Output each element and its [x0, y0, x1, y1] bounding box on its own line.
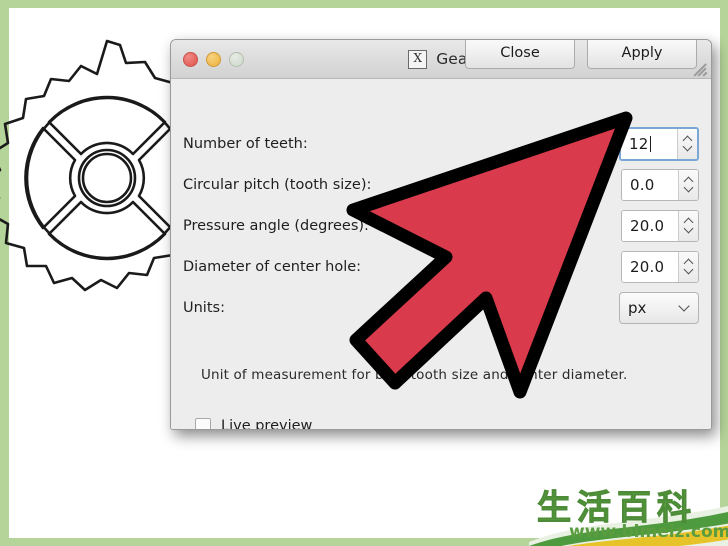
chevron-down-icon[interactable]: [684, 186, 693, 191]
field-row-pressure-angle: Pressure angle (degrees): 20.0: [183, 209, 699, 242]
close-button[interactable]: Close: [465, 40, 575, 69]
units-dropdown[interactable]: px: [619, 291, 699, 324]
center-hole-diameter-spinbox[interactable]: 20.0: [621, 250, 699, 283]
watermark-chinese: 生活百科: [537, 488, 697, 529]
live-preview-label: Live preview: [221, 418, 313, 430]
text-cursor: [649, 135, 651, 152]
pressure-angle-input[interactable]: 20.0: [622, 210, 678, 241]
number-of-teeth-input[interactable]: 12: [621, 128, 677, 159]
units-hint-text: Unit of measurement for both tooth size …: [201, 367, 628, 383]
x-app-icon: X: [408, 49, 428, 69]
screenshot-root: 生活百科 www.bimeiz.com X Gear Number of tee…: [0, 0, 728, 546]
gear-dialog: X Gear Number of teeth: 12 Circular pitc…: [170, 39, 712, 430]
pressure-angle-spinbox[interactable]: 20.0: [621, 209, 699, 242]
center-hole-diameter-stepper[interactable]: [678, 251, 698, 282]
circular-pitch-spinbox[interactable]: 0.0: [621, 168, 699, 201]
apply-button[interactable]: Apply: [587, 40, 697, 69]
watermark-url: www.bimeiz.com: [569, 522, 728, 542]
live-preview-checkbox[interactable]: [195, 418, 211, 429]
circular-pitch-stepper[interactable]: [678, 169, 698, 200]
dialog-body: Number of teeth: 12 Circular pitch (toot…: [171, 40, 711, 430]
field-slot-center-hole-diameter: 20.0: [621, 250, 699, 283]
chevron-down-icon[interactable]: [679, 304, 690, 311]
number-of-teeth-stepper[interactable]: [677, 128, 697, 159]
center-hole-diameter-input[interactable]: 20.0: [622, 251, 678, 282]
field-row-circular-pitch: Circular pitch (tooth size): 0.0: [183, 168, 699, 201]
field-slot-units: px: [619, 291, 699, 324]
chevron-down-icon[interactable]: [684, 227, 693, 232]
number-of-teeth-spinbox[interactable]: 12: [619, 126, 699, 161]
field-slot-pressure-angle: 20.0: [621, 209, 699, 242]
chevron-down-icon[interactable]: [684, 268, 693, 273]
label-circular-pitch: Circular pitch (tooth size):: [183, 176, 372, 193]
watermark: 生活百科 www.bimeiz.com: [529, 476, 728, 546]
field-row-center-hole-diameter: Diameter of center hole: 20.0: [183, 250, 699, 283]
units-selected-value: px: [628, 298, 647, 317]
label-number-of-teeth: Number of teeth:: [183, 135, 308, 152]
watermark-ribbon: [529, 505, 728, 546]
field-slot-circular-pitch: 0.0: [621, 168, 699, 201]
label-pressure-angle: Pressure angle (degrees):: [183, 217, 369, 234]
field-row-number-of-teeth: Number of teeth: 12: [183, 126, 699, 161]
dialog-button-bar: Close Apply: [465, 40, 697, 69]
pressure-angle-stepper[interactable]: [678, 210, 698, 241]
live-preview-row[interactable]: Live preview: [195, 418, 313, 430]
field-row-units: Units: px: [183, 291, 699, 324]
circular-pitch-input[interactable]: 0.0: [622, 169, 678, 200]
label-center-hole-diameter: Diameter of center hole:: [183, 258, 362, 275]
label-units: Units:: [183, 299, 225, 316]
chevron-down-icon[interactable]: [683, 145, 692, 150]
field-slot-number-of-teeth: 12: [619, 126, 699, 161]
resize-grip[interactable]: [693, 61, 709, 77]
